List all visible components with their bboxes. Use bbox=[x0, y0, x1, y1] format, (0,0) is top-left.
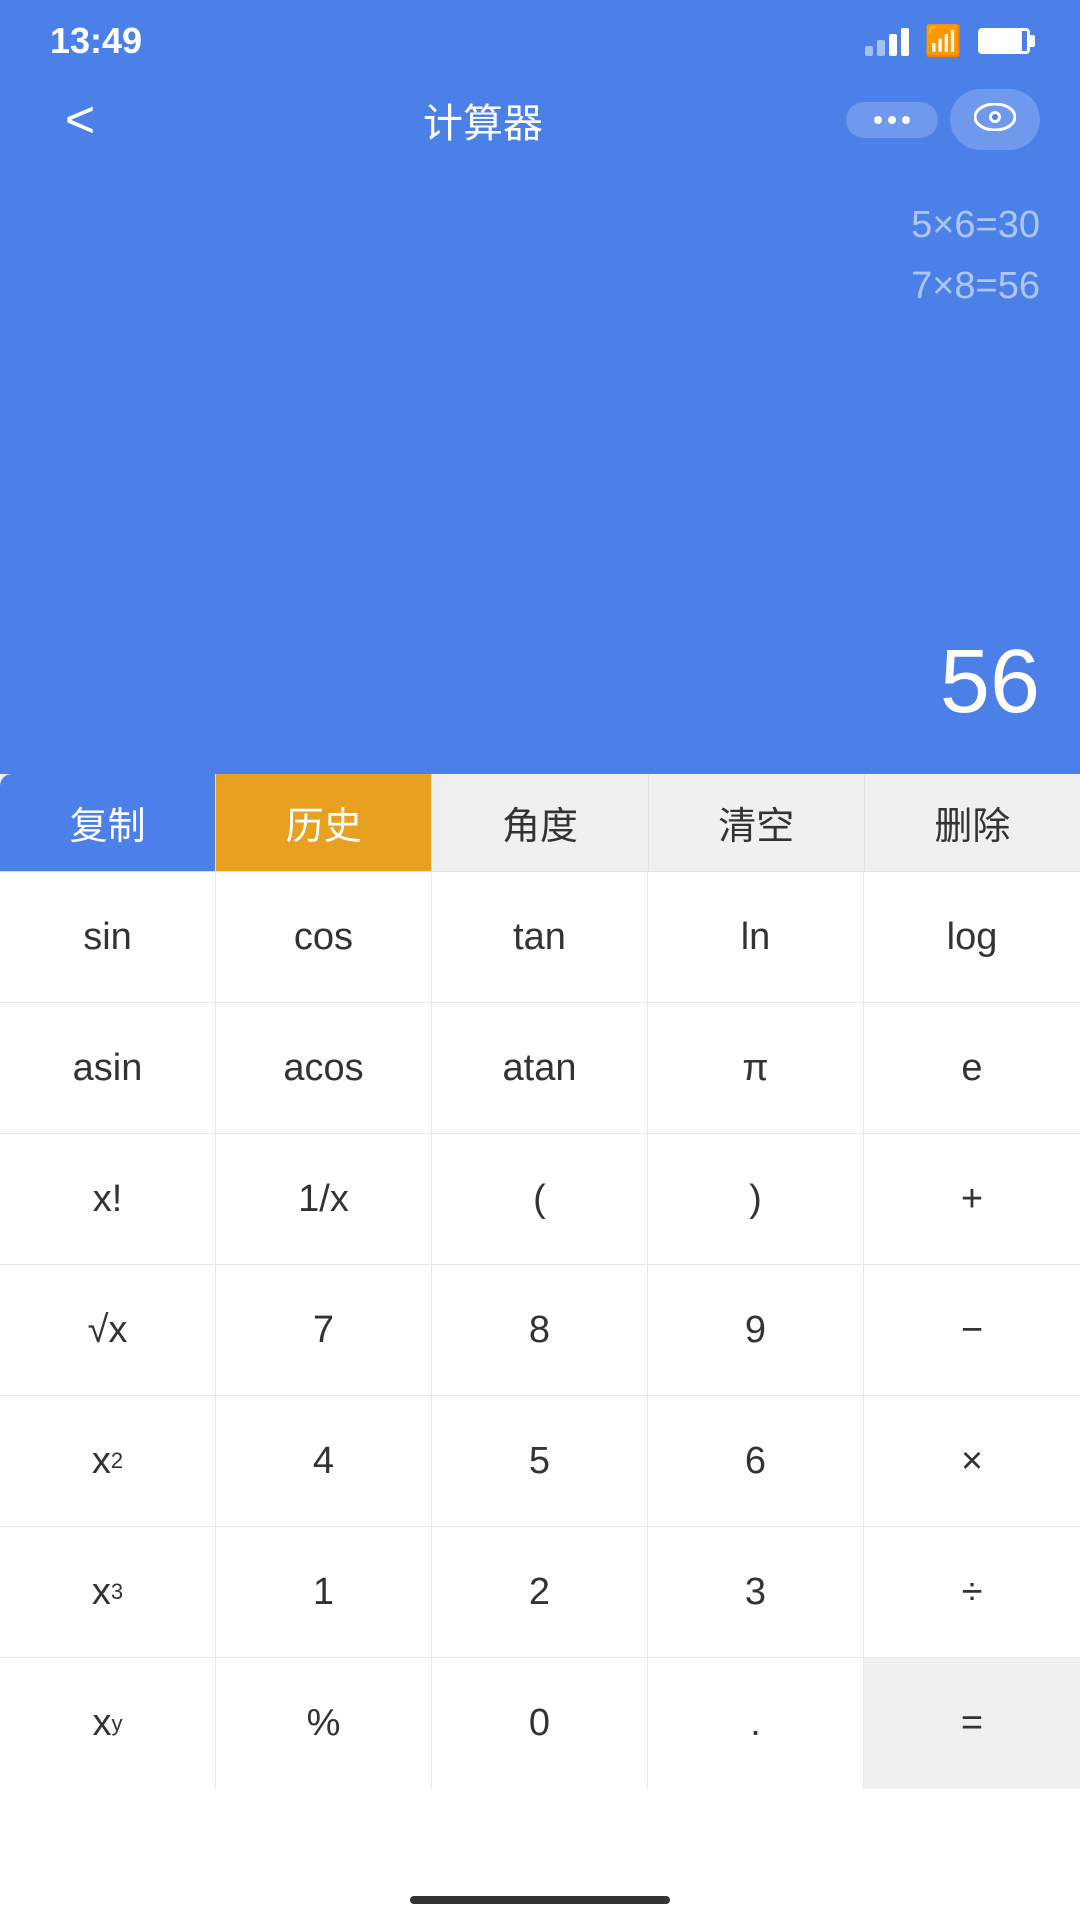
key-square[interactable]: x2 bbox=[0, 1396, 216, 1526]
key-6[interactable]: 6 bbox=[648, 1396, 864, 1526]
key-power[interactable]: xy bbox=[0, 1658, 216, 1789]
status-right: 📶 bbox=[865, 24, 1030, 59]
key-divide[interactable]: ÷ bbox=[864, 1527, 1080, 1657]
degree-button[interactable]: 角度 bbox=[432, 774, 648, 871]
history-button[interactable]: 历史 bbox=[216, 774, 432, 871]
nav-right bbox=[846, 89, 1040, 150]
key-close-paren[interactable]: ) bbox=[648, 1134, 864, 1264]
key-tan[interactable]: tan bbox=[432, 872, 648, 1002]
copy-button[interactable]: 复制 bbox=[0, 774, 216, 871]
key-8[interactable]: 8 bbox=[432, 1265, 648, 1395]
key-multiply[interactable]: × bbox=[864, 1396, 1080, 1526]
battery-icon bbox=[978, 28, 1030, 54]
eye-button[interactable] bbox=[950, 89, 1040, 150]
nav-bar: < 计算器 bbox=[0, 74, 1080, 165]
signal-icon bbox=[865, 26, 909, 56]
key-e[interactable]: e bbox=[864, 1003, 1080, 1133]
key-pi[interactable]: π bbox=[648, 1003, 864, 1133]
key-plus[interactable]: + bbox=[864, 1134, 1080, 1264]
key-5[interactable]: 5 bbox=[432, 1396, 648, 1526]
keypad-row-2: asin acos atan π e bbox=[0, 1003, 1080, 1134]
keypad-row-4: √x 7 8 9 − bbox=[0, 1265, 1080, 1396]
key-atan[interactable]: atan bbox=[432, 1003, 648, 1133]
delete-button[interactable]: 删除 bbox=[865, 774, 1080, 871]
key-sin[interactable]: sin bbox=[0, 872, 216, 1002]
keypad-row-7: xy % 0 . = bbox=[0, 1658, 1080, 1789]
key-3[interactable]: 3 bbox=[648, 1527, 864, 1657]
key-acos[interactable]: acos bbox=[216, 1003, 432, 1133]
display-area: 5×6=30 7×8=56 56 bbox=[0, 165, 1080, 774]
current-result: 56 bbox=[40, 631, 1040, 744]
key-7[interactable]: 7 bbox=[216, 1265, 432, 1395]
home-indicator bbox=[410, 1896, 670, 1904]
key-open-paren[interactable]: ( bbox=[432, 1134, 648, 1264]
key-minus[interactable]: − bbox=[864, 1265, 1080, 1395]
wifi-icon: 📶 bbox=[925, 24, 962, 59]
history-line-2: 7×8=56 bbox=[40, 256, 1040, 317]
key-percent[interactable]: % bbox=[216, 1658, 432, 1789]
key-4[interactable]: 4 bbox=[216, 1396, 432, 1526]
key-1[interactable]: 1 bbox=[216, 1527, 432, 1657]
keypad-row-3: x! 1/x ( ) + bbox=[0, 1134, 1080, 1265]
action-bar: 复制 历史 角度 清空 删除 bbox=[0, 774, 1080, 872]
key-cos[interactable]: cos bbox=[216, 872, 432, 1002]
status-time: 13:49 bbox=[50, 20, 142, 62]
back-button[interactable]: < bbox=[40, 90, 120, 150]
key-sqrt[interactable]: √x bbox=[0, 1265, 216, 1395]
clear-button[interactable]: 清空 bbox=[649, 774, 865, 871]
keypad-row-6: x3 1 2 3 ÷ bbox=[0, 1527, 1080, 1658]
key-9[interactable]: 9 bbox=[648, 1265, 864, 1395]
keypad-row-5: x2 4 5 6 × bbox=[0, 1396, 1080, 1527]
key-log[interactable]: log bbox=[864, 872, 1080, 1002]
key-equals[interactable]: = bbox=[864, 1658, 1080, 1789]
page-title: 计算器 bbox=[423, 91, 543, 149]
status-bar: 13:49 📶 bbox=[0, 0, 1080, 74]
history-line-1: 5×6=30 bbox=[40, 195, 1040, 256]
eye-icon bbox=[974, 103, 1016, 131]
keypad-row-1: sin cos tan ln log bbox=[0, 872, 1080, 1003]
app-container: 13:49 📶 < 计算器 bbox=[0, 0, 1080, 1920]
key-dot[interactable]: . bbox=[648, 1658, 864, 1789]
key-0[interactable]: 0 bbox=[432, 1658, 648, 1789]
history-display: 5×6=30 7×8=56 bbox=[40, 185, 1040, 317]
key-factorial[interactable]: x! bbox=[0, 1134, 216, 1264]
more-button[interactable] bbox=[846, 102, 938, 138]
key-asin[interactable]: asin bbox=[0, 1003, 216, 1133]
key-reciprocal[interactable]: 1/x bbox=[216, 1134, 432, 1264]
key-ln[interactable]: ln bbox=[648, 872, 864, 1002]
key-2[interactable]: 2 bbox=[432, 1527, 648, 1657]
key-cube[interactable]: x3 bbox=[0, 1527, 216, 1657]
keypad: sin cos tan ln log asin acos atan π e x!… bbox=[0, 872, 1080, 1920]
